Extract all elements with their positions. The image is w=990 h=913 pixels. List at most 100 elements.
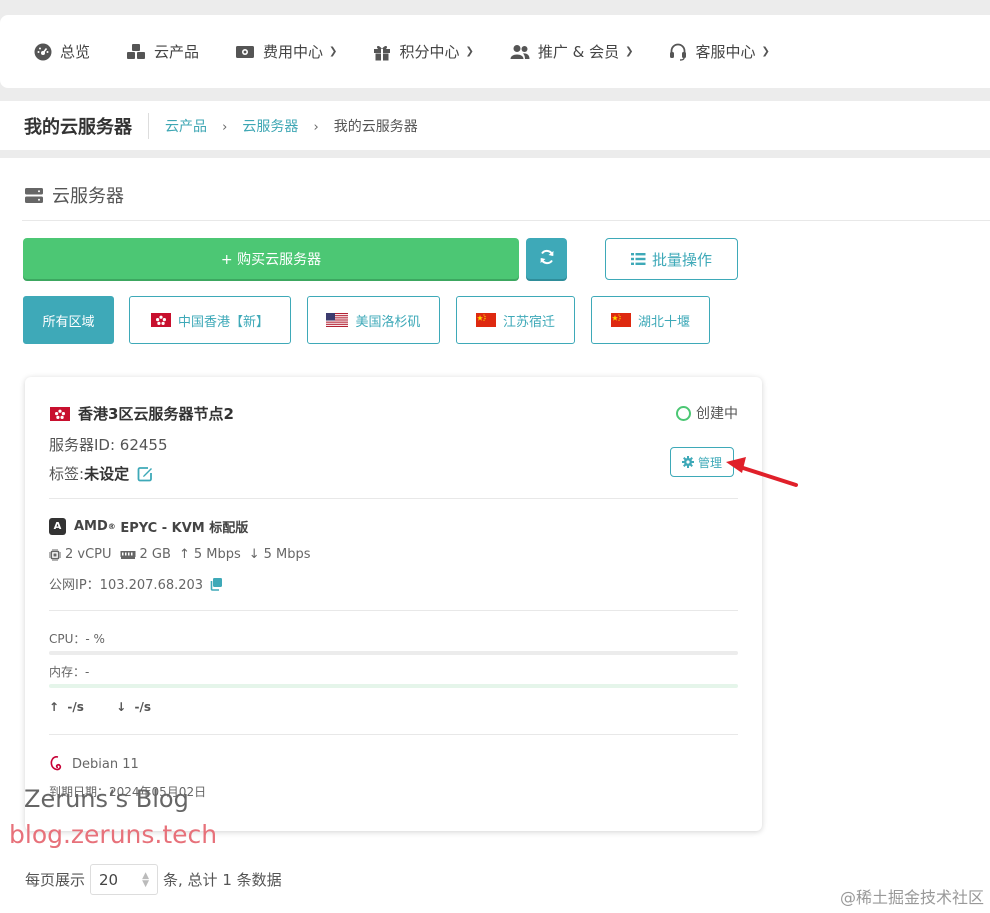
- copy-icon[interactable]: [209, 577, 223, 591]
- public-ip: 公网IP：103.207.68.203: [49, 574, 223, 593]
- nav-item-referral-membership[interactable]: 推广 & 会员 ❯: [510, 41, 634, 62]
- chevron-down-icon: ❯: [761, 46, 770, 57]
- breadcrumb: 云产品 › 云服务器 › 我的云服务器: [165, 116, 418, 136]
- nav-label: 客服中心: [695, 43, 756, 61]
- tag-value: 未设定: [84, 465, 130, 483]
- region-filter-all[interactable]: 所有区域: [23, 296, 114, 344]
- status-text: 创建中: [696, 406, 738, 422]
- region-filter-los-angeles[interactable]: 美国洛杉矶: [307, 296, 440, 344]
- refresh-button[interactable]: [526, 238, 567, 279]
- edit-icon[interactable]: [137, 466, 153, 482]
- batch-operation-button[interactable]: 批量操作: [605, 238, 738, 280]
- divider: [49, 498, 738, 499]
- divider: [49, 734, 738, 735]
- tag-prefix: 标签:: [49, 465, 85, 483]
- blog-url-watermark: blog.zeruns.tech: [9, 820, 218, 849]
- cpu-chip-icon: [49, 548, 61, 561]
- server-name: 香港3区云服务器节点2: [50, 403, 234, 424]
- nav-item-billing[interactable]: 费用中心 ❯: [235, 41, 337, 62]
- memory-usage: 内存：-: [49, 665, 90, 679]
- spec-list: 2 vCPU 2 GB ↑ 5 Mbps ↓ 5 Mbps: [49, 547, 319, 562]
- breadcrumb-current: 我的云服务器: [333, 118, 418, 135]
- juejin-watermark: @稀土掘金技术社区: [839, 888, 984, 907]
- public-ip-text: 公网IP：103.207.68.203: [49, 578, 204, 593]
- status-ring-icon: [676, 405, 691, 421]
- server-tag: 标签: 未设定: [49, 463, 153, 484]
- download-value: 5 Mbps: [263, 547, 311, 562]
- buy-server-button[interactable]: + 购买云服务器: [23, 238, 519, 279]
- batch-operation-label: 批量操作: [651, 250, 712, 269]
- server-card: 香港3区云服务器节点2 创建中 服务器ID: 62455 标签: 未设定 管理 …: [25, 377, 762, 831]
- us-flag-icon: [326, 313, 349, 327]
- region-filter-hubei-shiyan[interactable]: 湖北十堰: [591, 296, 710, 344]
- server-id: 服务器ID: 62455: [49, 436, 168, 454]
- headset-icon: [669, 43, 687, 61]
- net-upload-value: -/s: [67, 700, 84, 714]
- breadcrumb-separator: ›: [222, 119, 228, 135]
- ram-value: 2 GB: [139, 547, 171, 562]
- hk-flag-icon: [50, 406, 70, 421]
- cpu-model-text: EPYC - KVM 标配版: [120, 521, 249, 536]
- chevron-down-icon: ❯: [465, 46, 474, 57]
- region-filter-hongkong[interactable]: 中国香港【新】: [129, 296, 291, 344]
- breadcrumb-link-cloud-products[interactable]: 云产品: [165, 119, 207, 135]
- os-name: Debian 11: [72, 756, 139, 772]
- server-name-text: 香港3区云服务器节点2: [78, 405, 234, 423]
- page-size-select[interactable]: 20 ▲ ▼: [90, 864, 159, 895]
- pagination: 每页展示 20 ▲ ▼ 条, 总计 1 条数据: [25, 864, 282, 895]
- users-icon: [510, 44, 530, 60]
- breadcrumb-link-cloud-servers[interactable]: 云服务器: [242, 119, 298, 135]
- chevron-down-icon: ❯: [329, 46, 338, 57]
- region-label: 中国香港【新】: [177, 314, 269, 330]
- server-icon: [24, 187, 44, 204]
- gift-icon: [373, 43, 391, 61]
- amd-logo-icon: A: [49, 518, 66, 535]
- chevron-down-icon: ❯: [625, 46, 634, 57]
- top-nav: 总览 云产品 费用中心 ❯ 积分中心 ❯ 推广 & 会员 ❯ 客服中心 ❯: [0, 15, 990, 88]
- region-label: 美国洛杉矶: [355, 314, 421, 330]
- status-badge: 创建中: [676, 403, 738, 423]
- breadcrumb-separator: ›: [313, 119, 319, 135]
- divider: [49, 610, 738, 611]
- section-title-text: 云服务器: [52, 186, 124, 207]
- dashboard-icon: [34, 43, 52, 61]
- cpu-usage-bar: [49, 651, 738, 655]
- spec-download-bandwidth: ↓ 5 Mbps: [249, 547, 311, 562]
- region-filter-jiangsu-suqian[interactable]: 江苏宿迁: [456, 296, 575, 344]
- net-download: ↓ -/s: [116, 700, 151, 714]
- nav-label: 推广 & 会员: [537, 43, 620, 61]
- region-label: 所有区域: [42, 314, 95, 330]
- arrow-down-icon: ↓: [116, 700, 127, 714]
- manage-label: 管理: [697, 455, 722, 470]
- updown-icon: ▲ ▼: [142, 870, 150, 889]
- arrow-up-icon: ↑: [49, 700, 60, 714]
- annotation-arrow: [726, 457, 798, 487]
- nav-item-points[interactable]: 积分中心 ❯: [373, 41, 474, 62]
- cubes-icon: [126, 43, 146, 61]
- spec-upload-bandwidth: ↑ 5 Mbps: [179, 547, 241, 562]
- region-label: 江苏宿迁: [502, 314, 555, 330]
- upload-value: 5 Mbps: [193, 547, 241, 562]
- nav-item-cloud-products[interactable]: 云产品: [126, 41, 199, 62]
- divider: [22, 220, 990, 221]
- operating-system: Debian 11: [49, 755, 139, 773]
- hk-flag-icon: [150, 313, 171, 327]
- nav-label: 积分中心: [399, 43, 460, 61]
- gear-icon: [681, 456, 694, 468]
- nav-label: 云产品: [154, 43, 200, 61]
- region-label: 湖北十堰: [637, 314, 690, 330]
- nav-label: 费用中心: [263, 43, 324, 61]
- cpu-usage: CPU：- %: [49, 632, 105, 646]
- nav-label: 总览: [60, 43, 91, 61]
- pager-prefix: 每页展示: [25, 871, 86, 889]
- breadcrumb-bar: 我的云服务器 云产品 › 云服务器 › 我的云服务器: [0, 101, 990, 150]
- cn-flag-icon: [475, 313, 496, 327]
- registered-mark: ®: [107, 522, 116, 531]
- nav-item-overview[interactable]: 总览: [34, 41, 90, 62]
- arrow-down-icon: ↓: [248, 547, 260, 562]
- memory-icon: [120, 550, 136, 560]
- money-icon: [235, 44, 255, 60]
- nav-item-support[interactable]: 客服中心 ❯: [669, 41, 770, 62]
- network-traffic: ↑ -/s ↓ -/s: [49, 700, 179, 714]
- blog-watermark: Zeruns‘s Blog: [24, 785, 189, 813]
